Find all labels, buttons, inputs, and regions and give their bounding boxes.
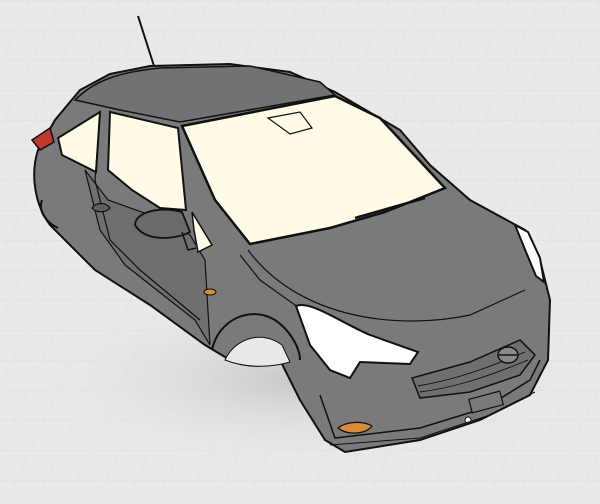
grille-emblem-icon <box>497 346 519 364</box>
car-render <box>0 0 600 504</box>
side-indicator <box>203 288 217 296</box>
door-handle <box>91 202 111 213</box>
viewport-3d-scene <box>0 0 600 504</box>
side-mirror <box>134 208 192 239</box>
